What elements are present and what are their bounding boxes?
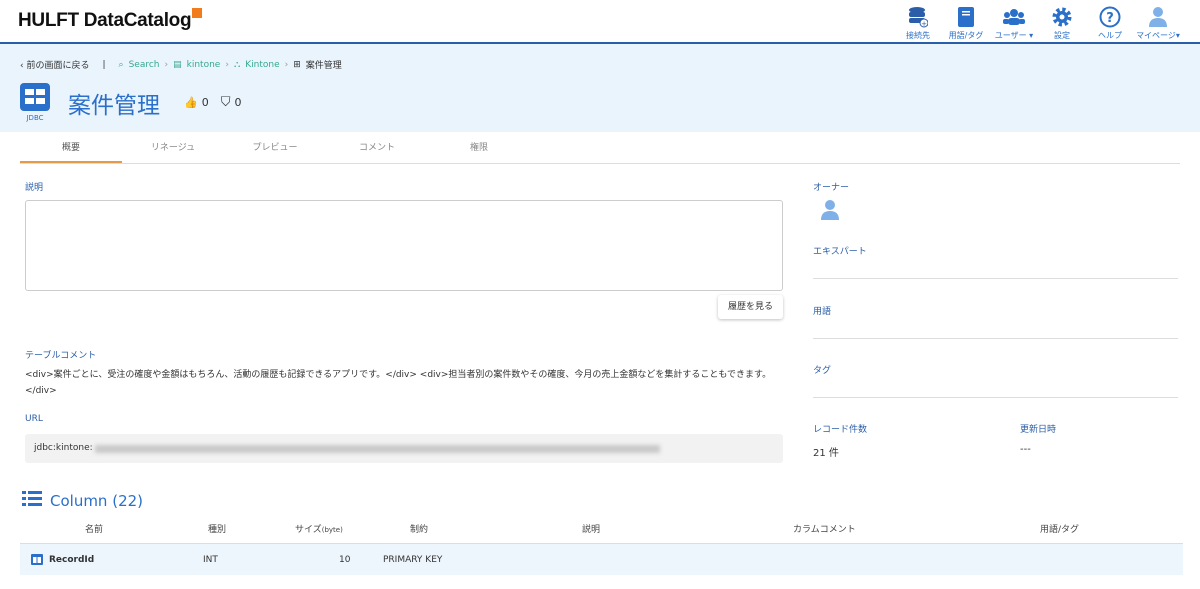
record-count-value: 21 件 [813, 448, 839, 459]
list-icon [22, 491, 42, 511]
record-count-label: レコード件数 [813, 425, 868, 435]
nav-label: 接続先 [906, 31, 930, 40]
sitemap-icon: ⛬ [233, 59, 241, 70]
breadcrumb-kintone[interactable]: kintone [187, 60, 221, 70]
owner-avatar[interactable] [820, 199, 840, 225]
th-type: 種別 [208, 525, 227, 535]
bookmark-icon: ⛉ [220, 95, 231, 110]
back-link[interactable]: ‹ 前の画面に戻る [20, 58, 89, 71]
table-row[interactable]: RecordId INT 10 PRIMARY KEY [20, 543, 1183, 575]
tag-label: タグ [813, 366, 832, 376]
tab-permission[interactable]: 権限 [428, 132, 530, 163]
question-circle-icon: ? [1099, 6, 1121, 28]
like-button[interactable]: 👍 0 [184, 96, 209, 109]
page-title: 案件管理 [68, 92, 160, 119]
database-plus-icon: + [908, 6, 928, 28]
owner-label: オーナー [813, 183, 850, 193]
tab-lineage[interactable]: リネージュ [122, 132, 224, 163]
nav-label: ユーザー ▾ [994, 31, 1034, 40]
nav-label: 設定 [1054, 31, 1070, 40]
page-header: ‹ 前の画面に戻る | ⌕ Search › ▤ kintone › ⛬ Kintone ›… [0, 44, 1200, 132]
cell-type: INT [203, 555, 218, 565]
url-label: URL [25, 414, 43, 424]
th-size: サイズ(byte) [295, 522, 343, 535]
users-icon [1003, 6, 1025, 28]
svg-text:?: ? [1106, 11, 1114, 26]
th-name: 名前 [85, 525, 104, 535]
database-icon: ▤ [173, 59, 182, 70]
svg-text:+: + [921, 20, 927, 28]
thumbs-up-icon: 👍 [184, 96, 198, 109]
chevron-icon: › [164, 59, 169, 70]
nav-connections[interactable]: + 接続先 [894, 6, 942, 41]
tabs: 概要 リネージュ プレビュー コメント 権限 [20, 132, 1180, 164]
divider [813, 397, 1178, 398]
search-icon: ⌕ [118, 59, 124, 70]
column-section-header: Column (22) [22, 491, 143, 511]
nav-label: ヘルプ [1098, 31, 1122, 40]
description-box[interactable] [25, 200, 783, 291]
tab-overview[interactable]: 概要 [20, 132, 122, 163]
divider [813, 338, 1178, 339]
like-count: 0 [201, 96, 209, 109]
nav-users[interactable]: ユーザー ▾ [990, 6, 1038, 41]
th-size-label: サイズ [295, 525, 322, 535]
th-description: 説明 [582, 525, 601, 535]
nav-terms[interactable]: 用語/タグ [942, 6, 990, 41]
column-icon [31, 554, 43, 568]
logo[interactable]: HULFT DataCatalog [18, 8, 203, 32]
chevron-icon: › [225, 59, 229, 70]
table-comment: <div>案件ごとに、受注の確度や金額はもちろん、活動の履歴も記録できるアプリで… [25, 370, 772, 396]
top-bar: HULFT DataCatalog + 接続先 用語/タグ ユーザー ▾ 設定 ?… [0, 0, 1200, 44]
nav-label: 用語/タグ [948, 31, 984, 40]
column-title: Column (22) [50, 492, 144, 510]
expert-label: エキスパート [813, 247, 867, 257]
table-icon: ⊞ [293, 59, 301, 70]
cell-constraint: PRIMARY KEY [383, 555, 443, 565]
gear-icon [1052, 6, 1072, 28]
url-prefix: jdbc:kintone: [34, 443, 93, 453]
breadcrumb-current: 案件管理 [305, 61, 342, 71]
breadcrumb: ‹ 前の画面に戻る | ⌕ Search › ▤ kintone › ⛬ Kintone ›… [20, 58, 1180, 72]
bookmark-count: 0 [234, 96, 242, 109]
nav-mypage[interactable]: マイページ▾ [1134, 6, 1182, 41]
tab-preview[interactable]: プレビュー [224, 132, 326, 163]
user-icon [1148, 6, 1168, 28]
updated-value: --- [1020, 444, 1031, 455]
tab-comment[interactable]: コメント [326, 132, 428, 163]
description-label: 説明 [25, 183, 44, 193]
nav-help[interactable]: ? ヘルプ [1086, 6, 1134, 41]
updated-label: 更新日時 [1020, 425, 1057, 435]
bookmark-button[interactable]: ⛉ 0 [221, 95, 242, 110]
top-nav: + 接続先 用語/タグ ユーザー ▾ 設定 ? ヘルプ マイページ▾ [894, 6, 1182, 41]
cell-size: 10 [339, 555, 351, 565]
chevron-icon: › [284, 59, 289, 70]
logo-mark-icon [192, 8, 203, 18]
type-label: JDBC [26, 114, 44, 122]
url-field: jdbc:kintone: [25, 434, 783, 463]
cell-name[interactable]: RecordId [49, 555, 94, 565]
th-size-unit: (byte) [321, 526, 343, 534]
logo-text: HULFT DataCatalog [18, 10, 192, 31]
divider [813, 278, 1178, 279]
th-column-comment: カラムコメント [793, 525, 856, 535]
breadcrumb-search[interactable]: Search [129, 60, 160, 70]
redacted-url [94, 444, 660, 453]
jdbc-table-icon: JDBC [20, 83, 50, 122]
book-icon [958, 6, 974, 28]
back-label: 前の画面に戻る [26, 61, 90, 71]
nav-label: マイページ▾ [1136, 31, 1180, 40]
breadcrumb-kintone-schema[interactable]: Kintone [245, 60, 279, 70]
th-constraint: 制約 [410, 525, 429, 535]
nav-settings[interactable]: 設定 [1038, 6, 1086, 41]
term-label: 用語 [813, 307, 832, 317]
history-button[interactable]: 履歴を見る [718, 295, 783, 319]
divider: | [102, 59, 106, 70]
th-term-tag: 用語/タグ [1040, 525, 1080, 535]
table-comment-label: テーブルコメント [25, 351, 97, 361]
